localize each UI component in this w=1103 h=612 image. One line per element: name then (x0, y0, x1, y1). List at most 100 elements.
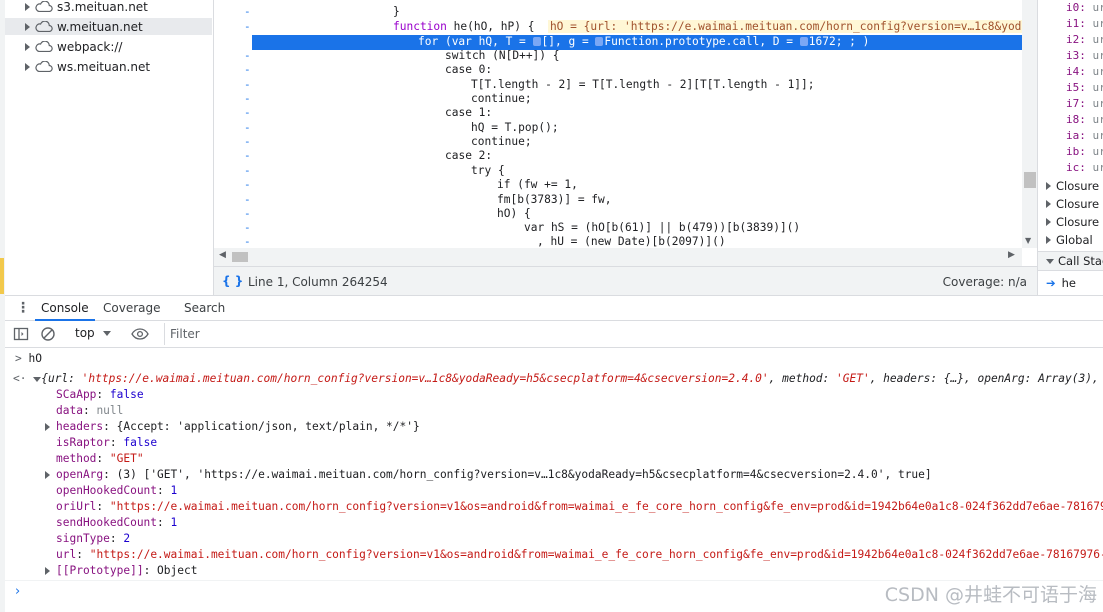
context-selector[interactable]: top (75, 326, 111, 340)
editor-vertical-scrollbar[interactable] (1022, 0, 1038, 248)
object-property-row: sendHookedCount: 1 (56, 516, 178, 529)
nav-item-label: s3.meituan.net (57, 0, 148, 14)
line-gutter-mark[interactable]: - (244, 92, 252, 106)
line-gutter-mark[interactable]: - (244, 5, 252, 19)
line-gutter-mark[interactable]: - (244, 207, 252, 221)
nav-item-webpack[interactable]: webpack:// (5, 38, 212, 55)
line-gutter-mark[interactable]: - (244, 164, 252, 178)
line-gutter-mark[interactable]: - (244, 178, 252, 192)
scope-variable[interactable]: ic: ur (1066, 160, 1103, 176)
tab-search[interactable]: Search (184, 296, 225, 321)
object-property-row[interactable]: openArg: (3) ['GET', 'https://e.waimai.m… (45, 467, 932, 483)
scope-variable-key: ia: (1066, 129, 1086, 142)
line-gutter-mark[interactable]: - (244, 121, 252, 135)
scope-closure-3[interactable]: Closure (1046, 213, 1099, 231)
property-value: null (96, 404, 124, 417)
property-key: data (56, 404, 83, 417)
source-editor[interactable]: ----------------- } function he(hO, hP) … (213, 0, 1038, 266)
line-gutter-mark[interactable]: - (244, 221, 252, 235)
scope-closure-2[interactable]: Closure (1046, 195, 1099, 213)
scope-variable[interactable]: i8: ur (1066, 112, 1103, 128)
line-gutter-mark[interactable]: - (244, 78, 252, 92)
object-property-row[interactable]: headers: {Accept: 'application/json, tex… (45, 419, 420, 435)
scroll-down-arrow-icon[interactable]: ▼ (1025, 236, 1031, 245)
cloud-icon (35, 1, 53, 12)
nav-item-w[interactable]: w.meituan.net (5, 18, 212, 35)
scope-global[interactable]: Global (1046, 231, 1093, 249)
inline-breakpoint-icon[interactable] (799, 37, 808, 46)
property-key: oriUrl (56, 500, 97, 513)
scope-panel: i0: uri1: uri2: uri3: uri4: uri5: uri7: … (1037, 0, 1103, 295)
scope-variable-value: ur (1092, 33, 1103, 46)
scope-variable[interactable]: i5: ur (1066, 80, 1103, 96)
scope-closure-1[interactable]: Closure (1046, 177, 1099, 195)
console-output: > hO <· {url: 'https://e.waimai.meituan.… (5, 349, 1103, 612)
scroll-left-arrow-icon[interactable]: ◀ (219, 250, 226, 260)
expand-arrow-icon[interactable] (45, 471, 50, 479)
nav-item-s3[interactable]: s3.meituan.net (5, 0, 212, 15)
scope-variable[interactable]: i3: ur (1066, 48, 1103, 64)
inline-value-preview[interactable]: hO = {url: 'https://e.waimai.meituan.com… (547, 20, 1022, 33)
clear-console-icon[interactable] (40, 326, 56, 342)
coverage-status: Coverage: n/a (942, 275, 1027, 289)
expand-arrow-icon[interactable] (45, 567, 50, 575)
scope-variable[interactable]: i7: ur (1066, 96, 1103, 112)
inline-breakpoint-icon[interactable] (532, 37, 541, 46)
line-gutter[interactable]: ----------------- (214, 0, 252, 248)
scope-variable[interactable]: i4: ur (1066, 64, 1103, 80)
expand-arrow-icon[interactable] (25, 22, 30, 31)
expand-arrow-icon (1046, 200, 1051, 208)
property-value: "https://e.waimai.meituan.com/horn_confi… (89, 548, 1103, 561)
inline-breakpoint-icon[interactable] (595, 37, 604, 46)
line-gutter-mark[interactable]: - (244, 235, 252, 249)
property-key: isRaptor (56, 436, 110, 449)
filter-input[interactable]: Filter (164, 323, 1103, 345)
line-gutter-mark[interactable]: - (244, 135, 252, 149)
call-stack-header[interactable]: Call Stac (1038, 251, 1103, 271)
cloud-icon (35, 21, 53, 32)
scope-variable[interactable]: i2: ur (1066, 32, 1103, 48)
editor-horizontal-scrollbar[interactable] (214, 248, 1022, 266)
drawer-tab-bar: ⋮ Console Coverage Search (5, 295, 1103, 321)
live-expression-eye-icon[interactable] (131, 326, 149, 342)
expand-arrow-icon[interactable] (25, 62, 30, 71)
line-gutter-mark[interactable]: - (244, 193, 252, 207)
line-gutter-mark[interactable]: - (244, 49, 252, 63)
property-key: SCaApp (56, 388, 97, 401)
scope-variable-key: i4: (1066, 65, 1086, 78)
code-line: continue; (471, 135, 532, 148)
scope-variable[interactable]: ib: ur (1066, 144, 1103, 160)
line-gutter-mark[interactable]: - (244, 106, 252, 120)
line-gutter-mark[interactable]: - (244, 20, 252, 34)
scope-variable-key: ib: (1066, 145, 1086, 158)
sidebar-toggle-icon[interactable] (13, 326, 29, 342)
object-property-row[interactable]: [[Prototype]]: Object (45, 563, 197, 579)
scope-variable[interactable]: i1: ur (1066, 16, 1103, 32)
nav-item-ws[interactable]: ws.meituan.net (5, 58, 212, 75)
scroll-right-arrow-icon[interactable]: ▶ (1008, 250, 1015, 260)
dropdown-caret-icon (102, 331, 111, 336)
left-edge-marker (0, 258, 4, 294)
scope-variable-key: i0: (1066, 1, 1086, 14)
code-area[interactable]: } function he(hO, hP) { hO = {url: 'http… (252, 0, 1022, 248)
collapse-arrow-icon (1046, 259, 1054, 264)
property-value: (3) ['GET', 'https://e.waimai.meituan.co… (116, 468, 932, 481)
line-gutter-mark[interactable]: - (244, 149, 252, 163)
expand-arrow-icon[interactable] (45, 423, 50, 431)
scope-variable[interactable]: ia: ur (1066, 128, 1103, 144)
pretty-print-button[interactable]: { } (222, 274, 243, 288)
vertical-scroll-thumb[interactable] (1024, 172, 1036, 188)
expand-arrow-icon[interactable] (25, 2, 30, 11)
line-gutter-mark[interactable]: - (244, 63, 252, 77)
horizontal-scroll-thumb[interactable] (232, 252, 248, 262)
tab-coverage[interactable]: Coverage (103, 296, 161, 321)
property-value: {Accept: 'application/json, text/plain, … (116, 420, 420, 433)
property-key: openArg (56, 468, 104, 481)
more-tabs-icon[interactable]: ⋮ (16, 300, 30, 316)
scope-variable[interactable]: i0: ur (1066, 0, 1103, 16)
call-stack-frame[interactable]: ➔ he (1038, 273, 1103, 293)
expand-arrow-icon[interactable] (25, 42, 30, 51)
tab-console[interactable]: Console (35, 296, 95, 321)
line-gutter-mark[interactable]: - (244, 35, 252, 49)
console-result-summary[interactable]: <· {url: 'https://e.waimai.meituan.com/h… (13, 371, 1103, 387)
